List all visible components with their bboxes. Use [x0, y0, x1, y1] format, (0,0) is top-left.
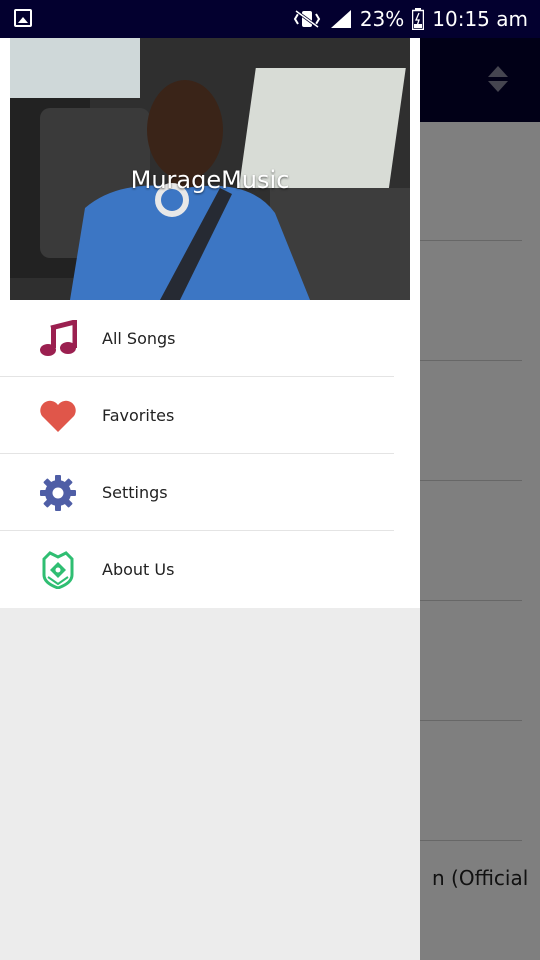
drawer-item-favorites[interactable]: Favorites	[0, 377, 394, 454]
drawer-item-label: Settings	[102, 483, 168, 502]
drawer-item-label: About Us	[102, 560, 175, 579]
clock: 10:15 am	[432, 7, 528, 31]
navigation-drawer: MurageMusic All Songs Favorites Settings…	[0, 38, 420, 960]
shield-crest-icon	[38, 550, 78, 590]
status-indicators: 23% 10:15 am	[292, 0, 528, 38]
gear-icon	[38, 473, 78, 513]
battery-icon	[412, 8, 425, 30]
drawer-item-label: Favorites	[102, 406, 175, 425]
header-username: MurageMusic	[130, 166, 290, 194]
status-bar: 23% 10:15 am	[0, 0, 540, 38]
music-note-icon	[38, 319, 78, 359]
drawer-item-all-songs[interactable]: All Songs	[0, 300, 394, 377]
vibrate-mute-icon	[292, 9, 322, 29]
drawer-item-about-us[interactable]: About Us	[0, 531, 394, 608]
drawer-item-label: All Songs	[102, 329, 176, 348]
drawer-item-settings[interactable]: Settings	[0, 454, 394, 531]
battery-percent: 23%	[359, 7, 405, 31]
heart-icon	[38, 396, 78, 436]
gallery-notification-icon	[14, 9, 32, 27]
signal-icon	[330, 9, 352, 29]
